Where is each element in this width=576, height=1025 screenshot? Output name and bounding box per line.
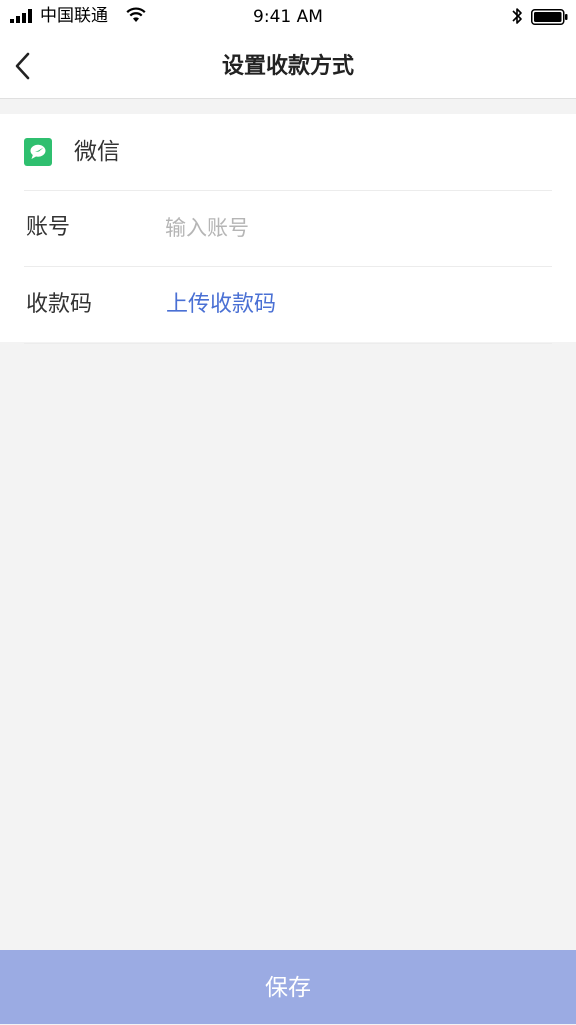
upload-qrcode-link[interactable]: 上传收款码 xyxy=(166,289,276,321)
navigation-bar: 设置收款方式 xyxy=(0,36,576,99)
account-label: 账号 xyxy=(26,215,71,240)
account-input[interactable] xyxy=(165,210,545,246)
status-bar: 中国联通 9:41 AM xyxy=(0,0,576,36)
battery-icon xyxy=(531,9,568,25)
save-button[interactable]: 保存 xyxy=(0,950,576,1024)
payment-form: 微信 账号 收款码 上传收款码 xyxy=(0,114,576,344)
qrcode-row: 收款码 上传收款码 xyxy=(24,267,552,344)
page-title: 设置收款方式 xyxy=(221,54,354,79)
account-row: 账号 xyxy=(24,190,552,267)
status-time: 9:41 AM xyxy=(253,7,323,27)
bluetooth-icon xyxy=(512,8,522,24)
payment-method-row: 微信 xyxy=(24,114,552,191)
payment-method-label: 微信 xyxy=(74,139,120,165)
qrcode-label: 收款码 xyxy=(26,292,93,317)
wechat-icon xyxy=(24,138,52,166)
